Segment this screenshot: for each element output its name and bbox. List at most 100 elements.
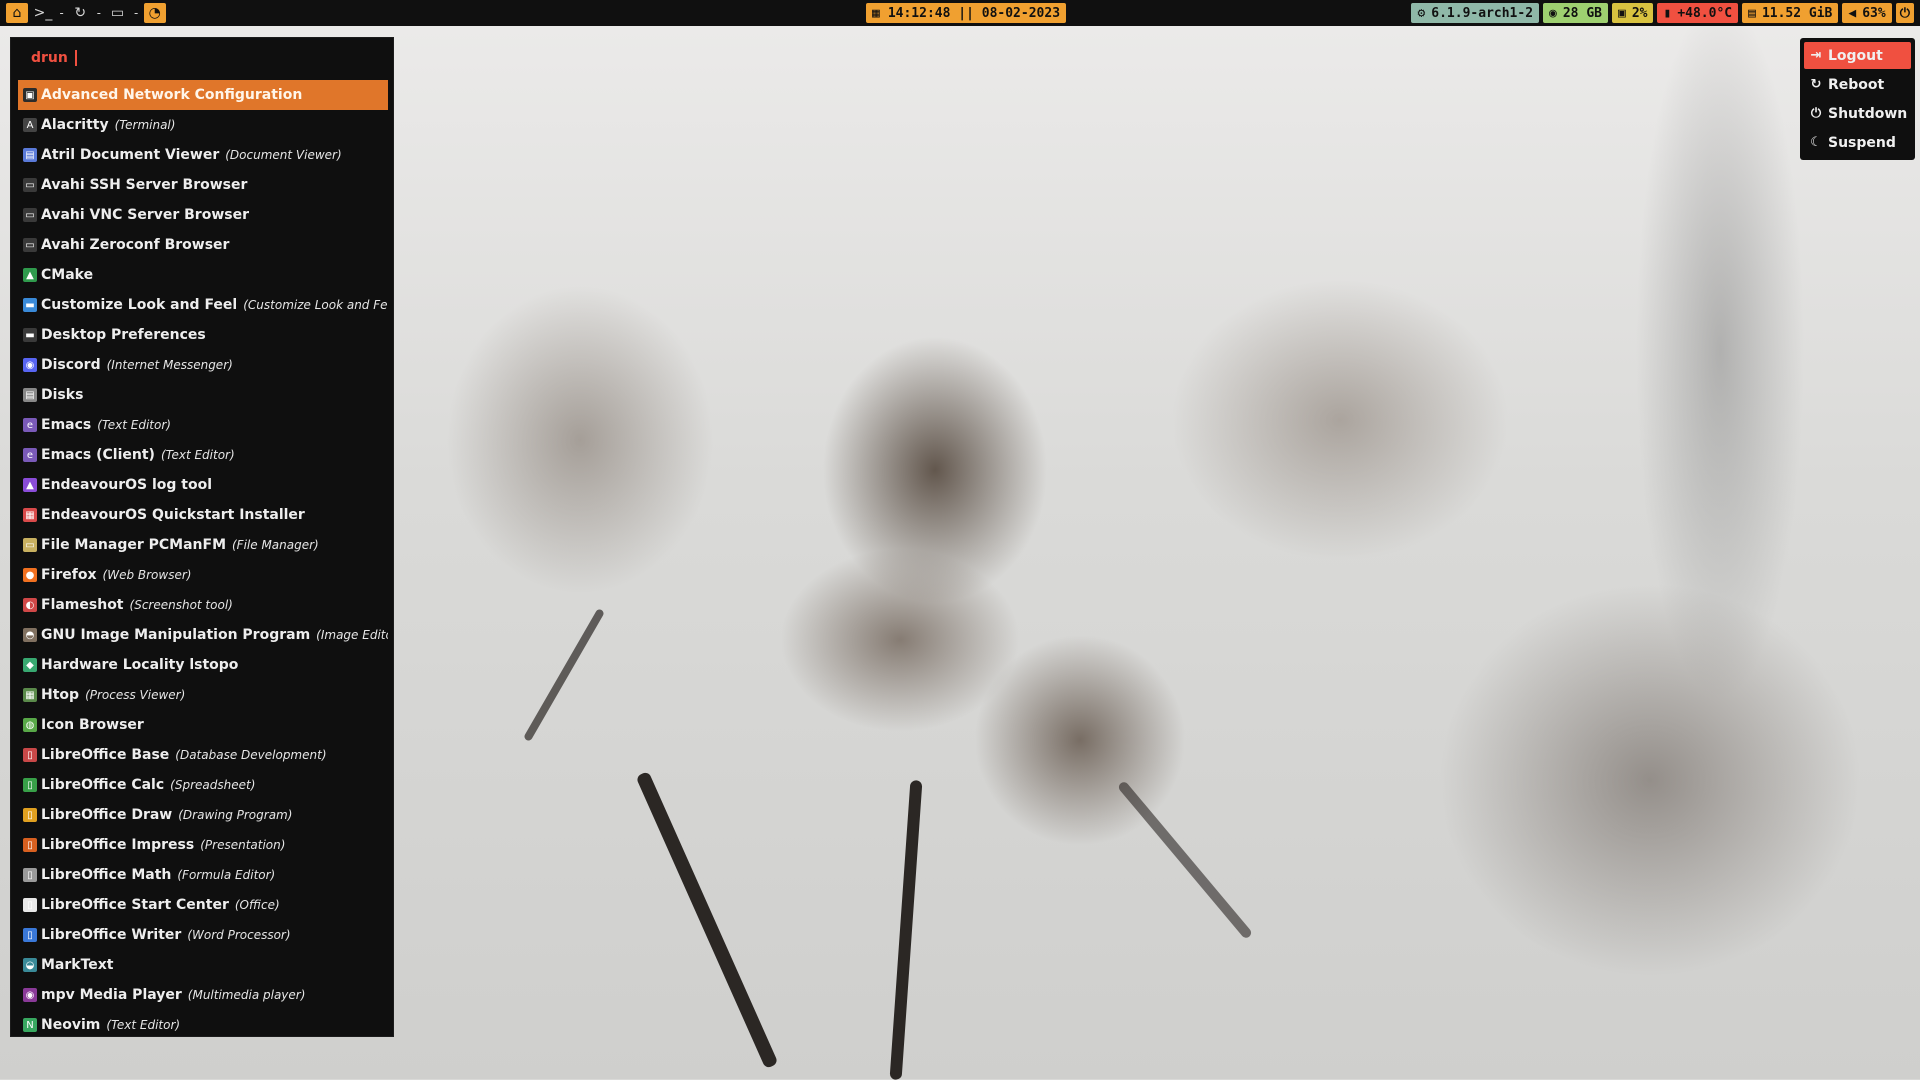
power-item-label: Suspend xyxy=(1828,134,1896,151)
app-name: File Manager PCManFM xyxy=(41,537,226,553)
app-item[interactable]: ▤ Atril Document Viewer (Document Viewer) xyxy=(18,140,388,170)
cpu-module: ▣ 2% xyxy=(1612,3,1654,23)
app-category: (Terminal) xyxy=(114,118,176,132)
memory-module: ▤ 11.52 GiB xyxy=(1742,3,1839,23)
cmake-icon: ▲ xyxy=(23,268,37,282)
app-name: Firefox xyxy=(41,567,97,583)
folder-icon[interactable]: ▭ xyxy=(106,3,128,23)
memory-value: 11.52 GiB xyxy=(1761,5,1833,21)
app-name: Flameshot xyxy=(41,597,124,613)
gimp-icon: ◓ xyxy=(23,628,37,642)
appearance-icon: ▬ xyxy=(23,298,37,312)
neovim-icon: N xyxy=(23,1018,37,1032)
app-item[interactable]: ● Firefox (Web Browser) xyxy=(18,560,388,590)
document-viewer-icon: ▤ xyxy=(23,148,37,162)
emacs-icon: e xyxy=(23,418,37,432)
app-item[interactable]: e Emacs (Text Editor) xyxy=(18,410,388,440)
app-launcher: drun ▣ Advanced Network Configuration A Ala… xyxy=(10,37,394,1037)
app-category: (Document Viewer) xyxy=(225,148,342,162)
flameshot-icon: ◐ xyxy=(23,598,37,612)
power-reboot-item[interactable]: ↻ Reboot xyxy=(1804,71,1911,98)
app-item[interactable]: ◍ Icon Browser xyxy=(18,710,388,740)
disk-icon: ◉ xyxy=(1549,5,1557,21)
app-item[interactable]: ▦ Htop (Process Viewer) xyxy=(18,680,388,710)
app-name: GNU Image Manipulation Program xyxy=(41,627,311,643)
power-icon: ⏻ xyxy=(1899,5,1910,21)
launcher-prompt[interactable]: drun xyxy=(31,48,77,68)
app-category: (Office) xyxy=(234,898,280,912)
temperature-module: ▮ +48.0°C xyxy=(1657,3,1739,23)
app-item[interactable]: ▣ Advanced Network Configuration xyxy=(18,80,388,110)
separator: - xyxy=(95,6,103,20)
avahi-icon: ▭ xyxy=(23,208,37,222)
volume-icon: ◀ xyxy=(1848,5,1857,21)
power-module[interactable]: ⏻ xyxy=(1895,3,1914,23)
wallpaper-stem xyxy=(523,608,605,742)
app-item[interactable]: ▯ LibreOffice Math (Formula Editor) xyxy=(18,860,388,890)
app-item[interactable]: ▲ EndeavourOS log tool xyxy=(18,470,388,500)
app-item[interactable]: ▭ Avahi Zeroconf Browser xyxy=(18,230,388,260)
app-item[interactable]: ▦ EndeavourOS Quickstart Installer xyxy=(18,500,388,530)
power-item-label: Reboot xyxy=(1828,76,1885,93)
reboot-icon: ↻ xyxy=(1810,77,1822,92)
app-item[interactable]: N Neovim (Text Editor) xyxy=(18,1010,388,1040)
volume-value: 63% xyxy=(1862,5,1886,21)
app-item[interactable]: A Alacritty (Terminal) xyxy=(18,110,388,140)
home-icon[interactable]: ⌂ xyxy=(6,3,28,23)
app-item[interactable]: ▯ LibreOffice Writer (Word Processor) xyxy=(18,920,388,950)
libreoffice-writer-icon: ▯ xyxy=(23,928,37,942)
app-category: (Process Viewer) xyxy=(85,688,186,702)
app-item[interactable]: ▤ Disks xyxy=(18,380,388,410)
app-item[interactable]: ◓ GNU Image Manipulation Program (Image Ed… xyxy=(18,620,388,650)
app-item[interactable]: e Emacs (Client) (Text Editor) xyxy=(18,440,388,470)
app-item[interactable]: ▯ LibreOffice Calc (Spreadsheet) xyxy=(18,770,388,800)
logout-icon: ⇥ xyxy=(1810,48,1822,63)
app-name: Icon Browser xyxy=(41,717,144,733)
power-suspend-item[interactable]: ☾ Suspend xyxy=(1804,129,1911,156)
app-item[interactable]: ▯ LibreOffice Draw (Drawing Program) xyxy=(18,800,388,830)
app-name: Customize Look and Feel xyxy=(41,297,238,313)
avahi-icon: ▭ xyxy=(23,238,37,252)
app-item[interactable]: ◉ mpv Media Player (Multimedia player) xyxy=(18,980,388,1010)
app-name: Atril Document Viewer xyxy=(41,147,220,163)
app-item[interactable]: ▯ LibreOffice Impress (Presentation) xyxy=(18,830,388,860)
app-item[interactable]: ▬ Customize Look and Feel (Customize Look … xyxy=(18,290,388,320)
app-category: (Multimedia player) xyxy=(187,988,306,1002)
libreoffice-calc-icon: ▯ xyxy=(23,778,37,792)
app-name: Advanced Network Configuration xyxy=(41,87,303,103)
app-item[interactable]: ◒ MarkText xyxy=(18,950,388,980)
libreoffice-base-icon: ▯ xyxy=(23,748,37,762)
memory-icon: ▤ xyxy=(1748,5,1756,21)
firefox-icon: ● xyxy=(23,568,37,582)
app-item[interactable]: ▯ LibreOffice Base (Database Development) xyxy=(18,740,388,770)
refresh-icon[interactable]: ↻ xyxy=(69,3,91,23)
mpv-icon: ◉ xyxy=(23,988,37,1002)
app-item[interactable]: ▭ Avahi VNC Server Browser xyxy=(18,200,388,230)
app-category: (Customize Look and Feel) xyxy=(243,298,388,312)
clock-module[interactable]: ▦ 14:12:48 || 08-02-2023 xyxy=(866,3,1067,23)
power-logout-item[interactable]: ⇥ Logout xyxy=(1804,42,1911,69)
cpu-icon: ▣ xyxy=(1618,5,1626,21)
app-item[interactable]: ▭ File Manager PCManFM (File Manager) xyxy=(18,530,388,560)
volume-module[interactable]: ◀ 63% xyxy=(1842,3,1892,23)
app-name: LibreOffice Calc xyxy=(41,777,165,793)
text-caret xyxy=(74,50,77,66)
pacman-icon[interactable]: ◔ xyxy=(143,3,166,23)
app-name: LibreOffice Base xyxy=(41,747,170,763)
alacritty-icon: A xyxy=(23,118,37,132)
app-item[interactable]: ◆ Hardware Locality lstopo xyxy=(18,650,388,680)
app-category: (Formula Editor) xyxy=(177,868,276,882)
terminal-icon[interactable]: >_ xyxy=(32,3,54,23)
app-name: Avahi SSH Server Browser xyxy=(41,177,248,193)
app-name: Htop xyxy=(41,687,80,703)
app-category: (Internet Messenger) xyxy=(106,358,233,372)
app-item[interactable]: ▯ LibreOffice Start Center (Office) xyxy=(18,890,388,920)
app-item[interactable]: ◉ Discord (Internet Messenger) xyxy=(18,350,388,380)
app-item[interactable]: ▲ CMake xyxy=(18,260,388,290)
app-category: (Screenshot tool) xyxy=(129,598,233,612)
app-item[interactable]: ◐ Flameshot (Screenshot tool) xyxy=(18,590,388,620)
app-item[interactable]: ▬ Desktop Preferences xyxy=(18,320,388,350)
power-shutdown-item[interactable]: ⏻ Shutdown xyxy=(1804,100,1911,127)
app-item[interactable]: ▭ Avahi SSH Server Browser xyxy=(18,170,388,200)
app-name: Emacs xyxy=(41,417,92,433)
